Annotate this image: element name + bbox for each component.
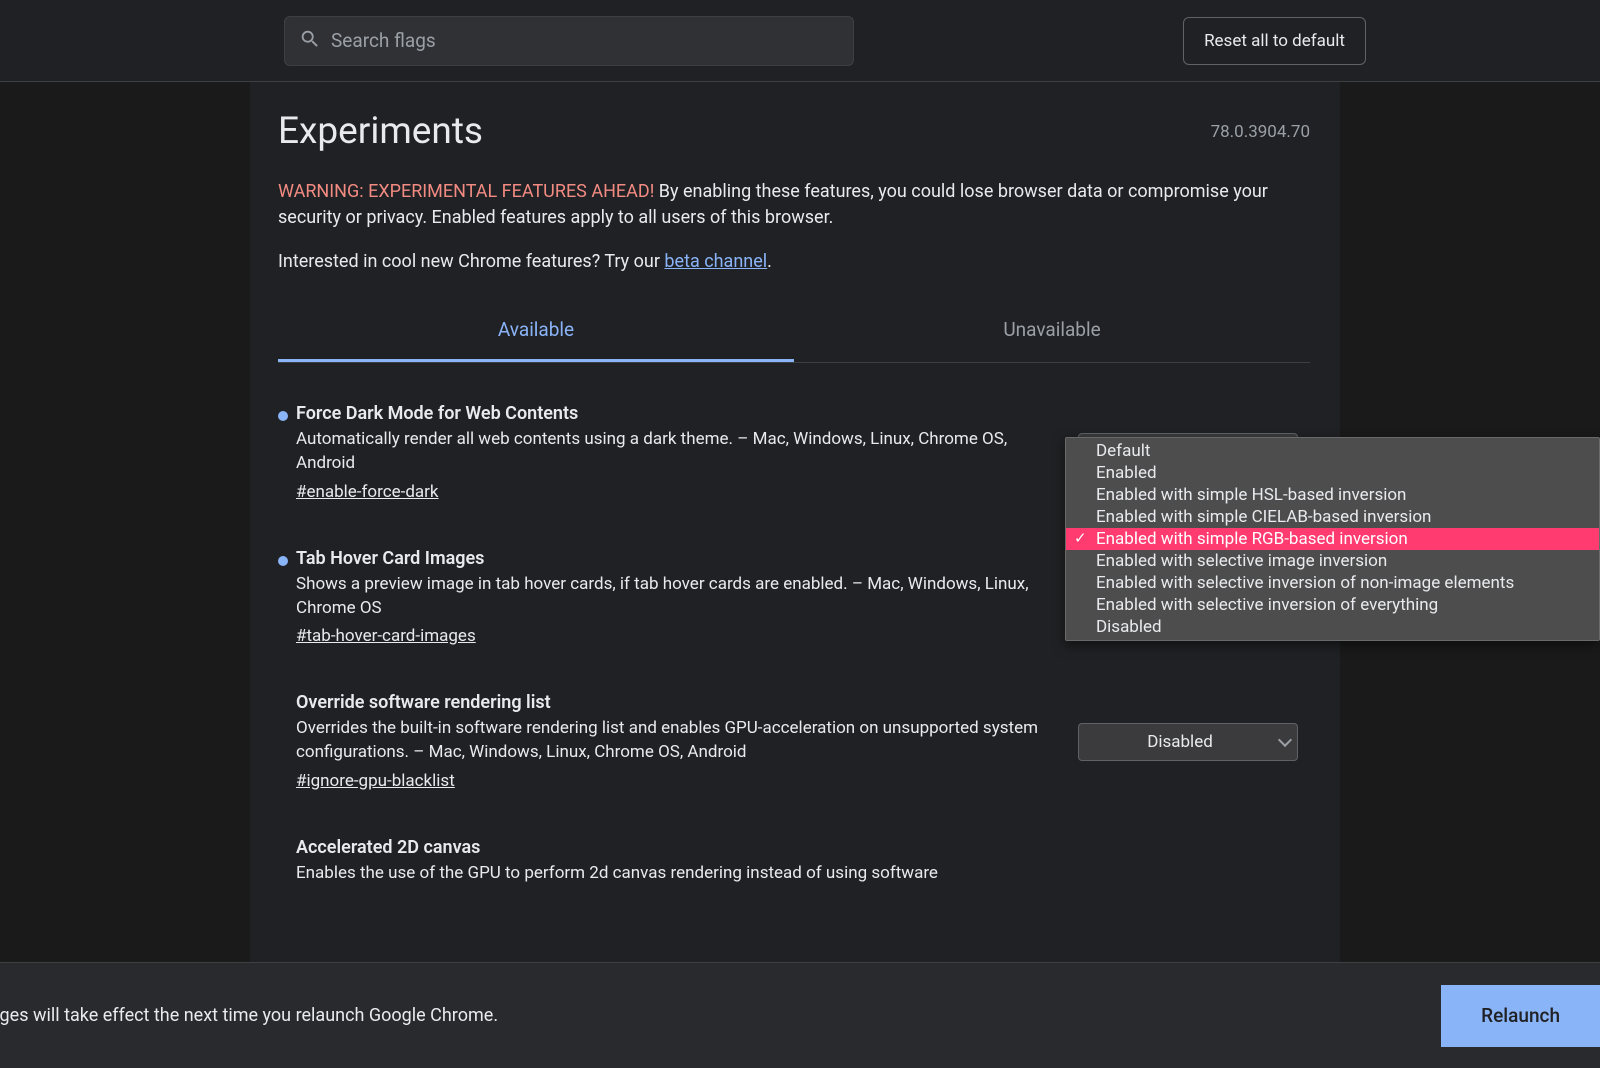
flag-body: Accelerated 2D canvas Enables the use of … — [296, 837, 1298, 892]
flag-hash-link[interactable]: #tab-hover-card-images — [296, 626, 476, 646]
flag-title: Force Dark Mode for Web Contents — [296, 403, 1058, 424]
flag-row: Accelerated 2D canvas Enables the use of … — [278, 837, 1298, 892]
flag-body: Force Dark Mode for Web Contents Automati… — [296, 403, 1078, 502]
flag-description: Shows a preview image in tab hover cards… — [296, 573, 1058, 621]
page-title: Experiments — [278, 110, 483, 153]
flag-title: Accelerated 2D canvas — [296, 837, 1278, 858]
reset-all-button[interactable]: Reset all to default — [1183, 17, 1366, 65]
page-title-row: Experiments 78.0.3904.70 — [278, 110, 1310, 153]
dropdown-option[interactable]: Enabled with simple RGB-based inversion — [1066, 528, 1599, 550]
flag-body: Tab Hover Card Images Shows a preview ima… — [296, 548, 1078, 647]
relaunch-button[interactable]: Relaunch — [1441, 985, 1600, 1047]
flag-hash-link[interactable]: #enable-force-dark — [296, 482, 439, 502]
tab-unavailable[interactable]: Unavailable — [794, 300, 1310, 362]
warning-prefix: WARNING: EXPERIMENTAL FEATURES AHEAD! — [278, 181, 654, 202]
version-text: 78.0.3904.70 — [1211, 122, 1310, 142]
modified-dot-icon — [278, 556, 288, 566]
header-bar: Reset all to default — [0, 0, 1600, 82]
flag-title: Tab Hover Card Images — [296, 548, 1058, 569]
select-holder: Disabled — [1078, 723, 1298, 761]
dropdown-option[interactable]: Enabled with selective image inversion — [1066, 550, 1599, 572]
dropdown-option[interactable]: Disabled — [1066, 616, 1599, 638]
warning-paragraph: WARNING: EXPERIMENTAL FEATURES AHEAD! By… — [278, 179, 1298, 231]
search-box[interactable] — [284, 16, 854, 66]
interest-prefix: Interested in cool new Chrome features? … — [278, 251, 664, 272]
dot-spacer — [278, 837, 296, 892]
dropdown-option[interactable]: Enabled with simple HSL-based inversion — [1066, 484, 1599, 506]
interest-paragraph: Interested in cool new Chrome features? … — [278, 251, 1310, 272]
flag-description: Overrides the built-in software renderin… — [296, 717, 1058, 765]
interest-suffix: . — [767, 251, 772, 272]
dropdown-option[interactable]: Enabled with simple CIELAB-based inversi… — [1066, 506, 1599, 528]
search-icon — [299, 28, 331, 54]
flag-body: Override software rendering list Override… — [296, 692, 1078, 791]
flag-description: Automatically render all web contents us… — [296, 428, 1058, 476]
dropdown-option[interactable]: Default — [1066, 440, 1599, 462]
search-input[interactable] — [331, 29, 839, 52]
dropdown-option[interactable]: Enabled — [1066, 462, 1599, 484]
flag-row: Override software rendering list Override… — [278, 692, 1298, 791]
dropdown-option[interactable]: Enabled with selective inversion of ever… — [1066, 594, 1599, 616]
dropdown-menu[interactable]: DefaultEnabledEnabled with simple HSL-ba… — [1065, 437, 1600, 641]
modified-dot-icon — [278, 411, 288, 421]
page-outer: Experiments 78.0.3904.70 WARNING: EXPERI… — [0, 82, 1600, 962]
tab-available[interactable]: Available — [278, 300, 794, 362]
flag-select[interactable]: Disabled — [1078, 723, 1298, 761]
flag-description: Enables the use of the GPU to perform 2d… — [296, 862, 1278, 886]
flag-title: Override software rendering list — [296, 692, 1058, 713]
flag-hash-link[interactable]: #ignore-gpu-blacklist — [296, 771, 455, 791]
bottom-bar: ur changes will take effect the next tim… — [0, 962, 1600, 1068]
dot-spacer — [278, 692, 296, 791]
restart-message: ur changes will take effect the next tim… — [0, 1005, 498, 1026]
tabs: Available Unavailable — [278, 300, 1310, 363]
dropdown-option[interactable]: Enabled with selective inversion of non-… — [1066, 572, 1599, 594]
flag-select-wrap: Disabled — [1078, 692, 1298, 791]
beta-channel-link[interactable]: beta channel — [664, 251, 767, 272]
